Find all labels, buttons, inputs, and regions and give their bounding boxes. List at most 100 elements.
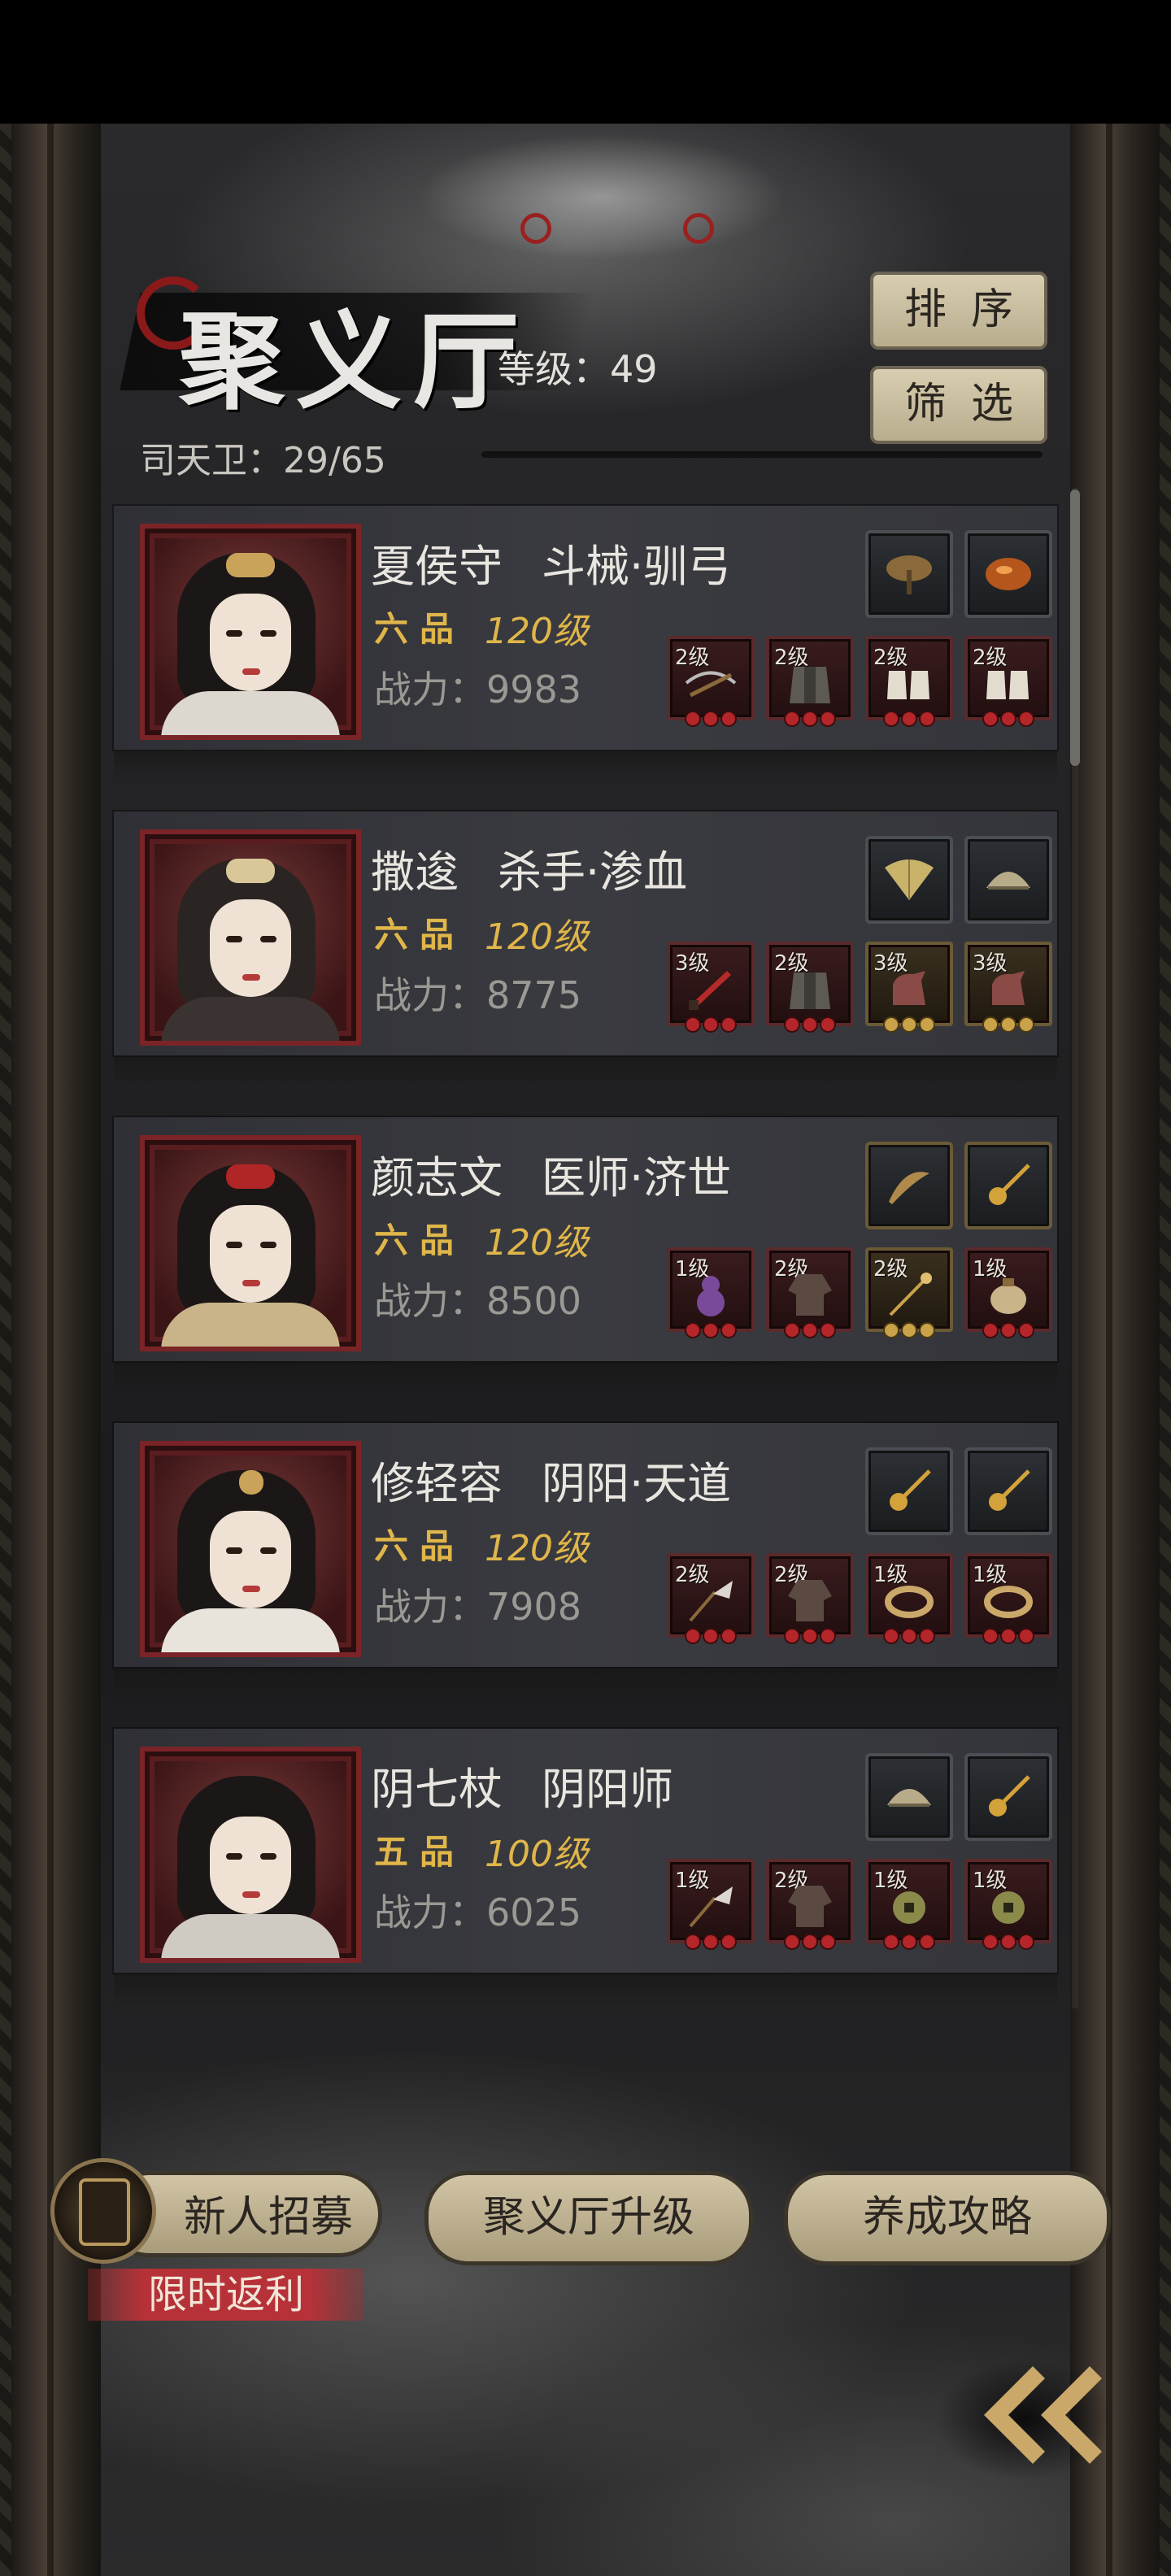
scrollbar-thumb[interactable] [1070, 490, 1080, 766]
golden-hairpin-icon[interactable] [964, 1447, 1052, 1535]
equipment-slot[interactable]: 2级 [865, 1247, 953, 1337]
equipment-slot[interactable]: 1级 [964, 1859, 1052, 1948]
hero-card[interactable]: 撒逡 杀手·渗血 六品 120级 战力：8775 3级 2级 3级 3级 [114, 812, 1057, 1055]
golden-hairpin-icon[interactable] [964, 1142, 1052, 1229]
hero-rank: 五品 [374, 1832, 466, 1872]
whisk-icon [689, 1580, 733, 1622]
training-guide-button[interactable]: 养成攻略 [784, 2171, 1111, 2265]
hero-power: 战力：9983 [374, 668, 582, 711]
equipment-slot[interactable]: 3级 [667, 942, 755, 1031]
star-dots [968, 1018, 1049, 1033]
equipment-slot[interactable]: 2级 [865, 636, 953, 725]
equipment-slot[interactable]: 1级 [667, 1859, 755, 1948]
fan-icon[interactable] [865, 836, 953, 924]
card-separator [114, 750, 1057, 782]
sort-button[interactable]: 排序 [870, 272, 1047, 350]
filter-button[interactable]: 筛选 [870, 366, 1047, 444]
hero-card[interactable]: 阴七杖 阴阳师 五品 100级 战力：6025 1级 2级 1级 1级 [114, 1729, 1057, 1973]
bracelet-icon [984, 1585, 1033, 1618]
star-dots [670, 1630, 751, 1644]
hero-rank: 六品 [374, 609, 466, 649]
star-dots [868, 1630, 950, 1644]
equipment-slot[interactable]: 1级 [964, 1553, 1052, 1643]
star-dots [769, 1935, 851, 1950]
hero-card[interactable]: 颜志文 医师·济世 六品 120级 战力：8500 1级 2级 2级 1级 [114, 1117, 1057, 1361]
equipment-slot[interactable]: 1级 [964, 1247, 1052, 1337]
comb-icon[interactable] [964, 836, 1052, 924]
amber-gem-icon[interactable] [964, 530, 1052, 618]
page-title: 聚义厅 [179, 299, 531, 424]
hero-name: 阴七杖 [371, 1764, 503, 1815]
equipment-slot[interactable]: 2级 [667, 636, 755, 725]
equipment-slot[interactable]: 2级 [766, 636, 854, 725]
hero-power: 战力：7908 [374, 1585, 582, 1629]
header-divider [481, 451, 1043, 458]
equipment-slot[interactable]: 2级 [667, 1553, 755, 1643]
hero-role: 阴阳·天道 [542, 1458, 732, 1509]
hero-name: 颜志文 [371, 1152, 503, 1203]
card-separator [114, 1973, 1057, 2005]
robe-icon [788, 1885, 832, 1927]
star-dots [670, 1018, 751, 1033]
golden-hairpin-icon[interactable] [964, 1753, 1052, 1841]
hero-role: 杀手·渗血 [498, 846, 688, 898]
hero-role: 斗械·驯弓 [542, 541, 732, 592]
hero-portrait[interactable] [140, 829, 361, 1046]
hero-level: 120级 [485, 1528, 589, 1569]
equipment-slot[interactable]: 2级 [766, 942, 854, 1031]
star-dots [670, 1324, 751, 1338]
hall-level: 等级：49 [498, 347, 658, 391]
hero-rank: 六品 [374, 1221, 466, 1260]
equipment-slot[interactable]: 2级 [766, 1859, 854, 1948]
hero-portrait[interactable] [140, 1135, 361, 1351]
hero-portrait[interactable] [140, 524, 361, 740]
back-button[interactable] [935, 2342, 1122, 2488]
crossbow-icon [685, 671, 737, 697]
hero-name: 夏侯守 [371, 541, 503, 592]
hero-portrait[interactable] [140, 1747, 361, 1963]
star-dots [769, 1630, 851, 1644]
equipment-slot[interactable]: 1级 [865, 1553, 953, 1643]
staff-icon [889, 1272, 932, 1316]
hero-name-line: 颜志文 医师·济世 [371, 1142, 731, 1206]
coin-icon [893, 1891, 925, 1924]
hero-power: 战力：8775 [374, 973, 582, 1017]
equipment-slot[interactable]: 3级 [964, 942, 1052, 1031]
crane-crest-icon [683, 213, 714, 244]
boots-icon [986, 670, 1029, 699]
star-dots [868, 1324, 950, 1338]
promo-badge[interactable]: 限时返利 [88, 2269, 364, 2321]
equipment-slot[interactable]: 2级 [964, 636, 1052, 725]
star-dots [868, 712, 950, 727]
hero-name-line: 阴七杖 阴阳师 [371, 1753, 673, 1817]
equipment-slot[interactable]: 1级 [667, 1247, 755, 1337]
equipment-slot[interactable]: 2级 [766, 1247, 854, 1337]
hero-rank: 六品 [374, 915, 466, 955]
comb-icon[interactable] [865, 1753, 953, 1841]
card-separator [114, 1055, 1057, 1088]
recruit-token-icon[interactable] [50, 2158, 156, 2264]
hero-name-line: 撒逡 杀手·渗血 [371, 836, 687, 900]
robe-icon [788, 1579, 832, 1621]
hero-power: 战力：6025 [374, 1891, 582, 1934]
hero-card[interactable]: 夏侯守 斗械·驯弓 六品 120级 战力：9983 2级 2级 2级 2级 [114, 506, 1057, 750]
hero-power: 战力：8500 [374, 1279, 582, 1323]
equipment-slot[interactable]: 2级 [766, 1553, 854, 1643]
hero-name-line: 修轻容 阴阳·天道 [371, 1447, 731, 1512]
hero-name-line: 夏侯守 斗械·驯弓 [371, 530, 731, 594]
hero-role: 阴阳师 [542, 1764, 673, 1815]
hero-level: 100级 [485, 1834, 589, 1875]
golden-hairpin-icon[interactable] [865, 1447, 953, 1535]
member-count: 司天卫：29/65 [140, 440, 386, 481]
hero-name: 修轻容 [371, 1458, 503, 1509]
equipment-slot[interactable]: 3级 [865, 942, 953, 1031]
hero-card[interactable]: 修轻容 阴阳·天道 六品 120级 战力：7908 2级 2级 1级 1级 [114, 1423, 1057, 1667]
star-dots [968, 712, 1049, 727]
hero-portrait[interactable] [140, 1441, 361, 1657]
hall-upgrade-button[interactable]: 聚义厅升级 [424, 2171, 753, 2265]
crane-crest-icon [520, 213, 551, 244]
hero-level: 120级 [485, 611, 589, 652]
lingzhi-mushroom-icon[interactable] [865, 530, 953, 618]
hairpin-icon[interactable] [865, 1142, 953, 1229]
equipment-slot[interactable]: 1级 [865, 1859, 953, 1948]
